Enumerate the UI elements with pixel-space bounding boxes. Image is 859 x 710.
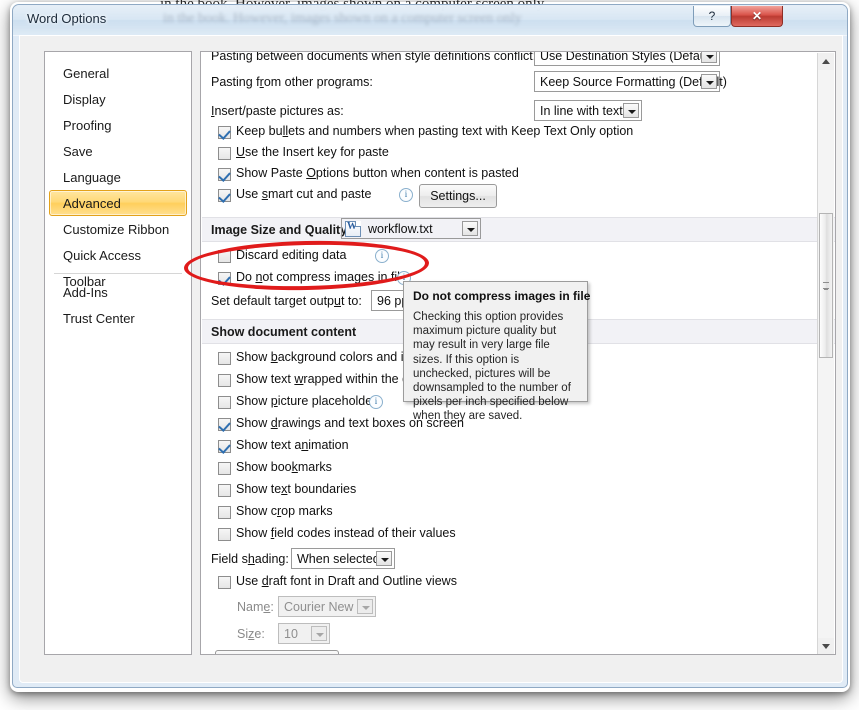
section-heading-image-size-quality: Image Size and Quality — [211, 223, 348, 237]
checkbox-show-text-boundaries[interactable] — [218, 484, 231, 497]
draft-font-name-value: Courier New — [284, 600, 354, 614]
draft-font-name-combo[interactable]: Courier New — [278, 596, 376, 617]
field-shading-value: When selected — [297, 552, 380, 566]
font-substitution-button[interactable]: Font Substitution... — [215, 650, 339, 654]
image-quality-document-name: workflow.txt — [368, 222, 433, 236]
label-draft-font-size: Size: — [237, 627, 265, 641]
insert-paste-pictures-label: Insert/paste pictures as: — [211, 104, 344, 118]
checkbox-discard-editing-data[interactable] — [218, 250, 231, 263]
info-icon[interactable]: i — [369, 395, 383, 409]
label-field-shading: Field shading: — [211, 552, 289, 566]
checkbox-show-field-codes[interactable] — [218, 528, 231, 541]
checkbox-show-background-colors[interactable] — [218, 352, 231, 365]
title-bar: in the book. However, images shown on a … — [13, 5, 847, 36]
section-image-size-and-quality: Image Size and Quality — [202, 217, 835, 242]
checkbox-show-text-wrapped[interactable] — [218, 374, 231, 387]
pasting-between-documents-label: Pasting between documents when style def… — [211, 51, 537, 63]
chevron-down-icon[interactable] — [376, 551, 392, 566]
close-button[interactable]: ✕ — [731, 6, 783, 27]
draft-font-size-combo[interactable]: 10 — [278, 623, 330, 644]
checkbox-do-not-compress-images[interactable] — [218, 272, 231, 285]
checkbox-keep-bullets-numbers[interactable] — [218, 126, 231, 139]
label-show-crop-marks: Show crop marks — [236, 504, 333, 518]
image-quality-document-combo[interactable]: workflow.txt — [341, 218, 481, 239]
sidebar-item-trust-center[interactable]: Trust Center — [49, 305, 187, 331]
label-draft-font-name: Name: — [237, 600, 274, 614]
window-title: Word Options — [27, 11, 107, 26]
sidebar-item-quick-access-toolbar[interactable]: Quick Access Toolbar — [49, 242, 187, 289]
insert-paste-pictures-value: In line with text — [540, 104, 623, 118]
section-heading-show-document-content: Show document content — [211, 325, 357, 339]
tooltip-do-not-compress-images: Do not compress images in file Checking … — [403, 281, 591, 422]
label-discard-editing-data: Discard editing data — [236, 248, 347, 262]
sidebar-item-advanced[interactable]: Advanced — [49, 190, 187, 216]
scroll-up-arrow-icon[interactable] — [818, 53, 834, 70]
checkbox-show-bookmarks[interactable] — [218, 462, 231, 475]
sidebar-item-customize-ribbon[interactable]: Customize Ribbon — [49, 216, 187, 242]
checkbox-show-paste-options[interactable] — [218, 168, 231, 181]
pasting-other-programs-value: Keep Source Formatting (Default) — [540, 75, 727, 89]
settings-button-label: Settings... — [430, 189, 486, 203]
tooltip-body: Checking this option provides maximum pi… — [413, 311, 571, 423]
checkbox-use-insert-key[interactable] — [218, 147, 231, 160]
titlebar-glass-ghost-text: in the book. However, images shown on a … — [163, 11, 522, 26]
chevron-down-icon[interactable] — [701, 74, 717, 89]
sidebar-item-language[interactable]: Language — [49, 164, 187, 190]
info-icon[interactable]: i — [375, 249, 389, 263]
chevron-down-icon[interactable] — [311, 626, 327, 641]
sidebar-item-add-ins[interactable]: Add-Ins — [49, 279, 187, 305]
chevron-down-icon[interactable] — [357, 599, 373, 614]
chevron-down-icon[interactable] — [623, 103, 639, 118]
sidebar-item-general[interactable]: General — [49, 60, 187, 86]
sidebar-item-proofing[interactable]: Proofing — [49, 112, 187, 138]
label-show-picture-placeholders: Show picture placeholders — [236, 394, 383, 408]
checkbox-show-drawings-text-boxes[interactable] — [218, 418, 231, 431]
label-keep-bullets-numbers: Keep bullets and numbers when pasting te… — [236, 124, 634, 138]
sidebar-item-display[interactable]: Display — [49, 86, 187, 112]
label-show-text-animation: Show text animation — [236, 438, 349, 452]
label-set-default-target-output: Set default target output to: — [211, 294, 362, 308]
pasting-other-programs-label: Pasting from other programs: — [211, 75, 373, 89]
checkbox-show-text-animation[interactable] — [218, 440, 231, 453]
pasting-between-documents-value: Use Destination Styles (Default) — [540, 51, 718, 63]
label-show-bookmarks: Show bookmarks — [236, 460, 332, 474]
field-shading-combo[interactable]: When selected — [291, 548, 395, 569]
label-show-field-codes: Show field codes instead of their values — [236, 526, 456, 540]
label-use-draft-font: Use draft font in Draft and Outline view… — [236, 574, 457, 588]
scroll-down-arrow-icon[interactable] — [818, 638, 834, 654]
label-do-not-compress-images: Do not compress images in file — [236, 270, 407, 284]
checkbox-show-crop-marks[interactable] — [218, 506, 231, 519]
help-button[interactable]: ? — [693, 6, 731, 27]
checkbox-show-picture-placeholders[interactable] — [218, 396, 231, 409]
options-category-list: General Display Proofing Save Language A… — [44, 51, 192, 655]
label-show-paste-options: Show Paste Options button when content i… — [236, 166, 519, 180]
vertical-scrollbar[interactable] — [817, 53, 834, 654]
info-icon[interactable]: i — [399, 188, 413, 202]
label-use-smart-cut-paste: Use smart cut and paste — [236, 187, 372, 201]
chevron-down-icon[interactable] — [462, 221, 478, 236]
chevron-down-icon[interactable] — [701, 52, 717, 63]
label-use-insert-key: Use the Insert key for paste — [236, 145, 389, 159]
tooltip-title: Do not compress images in file — [413, 289, 591, 303]
pasting-between-documents-combo[interactable]: Use Destination Styles (Default) — [534, 51, 720, 66]
insert-paste-pictures-combo[interactable]: In line with text — [534, 100, 642, 121]
label-show-text-boundaries: Show text boundaries — [236, 482, 357, 496]
checkbox-use-smart-cut-paste[interactable] — [218, 189, 231, 202]
settings-button[interactable]: Settings... — [419, 184, 497, 208]
sidebar-item-save[interactable]: Save — [49, 138, 187, 164]
draft-font-size-value: 10 — [284, 627, 298, 641]
checkbox-use-draft-font[interactable] — [218, 576, 231, 589]
pasting-other-programs-combo[interactable]: Keep Source Formatting (Default) — [534, 71, 727, 92]
scrollbar-thumb[interactable] — [819, 213, 833, 358]
